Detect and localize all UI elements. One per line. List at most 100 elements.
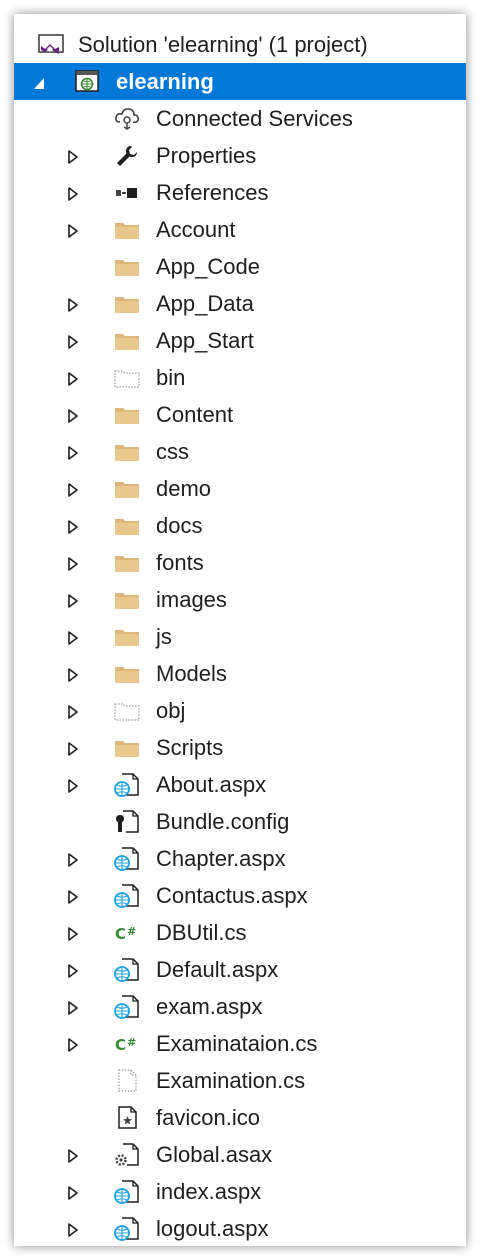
tree-item[interactable]: Contactus.aspx: [14, 877, 466, 914]
tree-item-label: About.aspx: [156, 772, 267, 797]
expand-triangle-icon[interactable]: [66, 1182, 80, 1200]
project-label: elearning: [116, 69, 214, 94]
tree-item[interactable]: Default.aspx: [14, 951, 466, 988]
tree-item-label: js: [156, 624, 172, 649]
expand-triangle-icon[interactable]: [66, 183, 80, 201]
expand-triangle-icon[interactable]: [66, 146, 80, 164]
web-file-icon: [112, 994, 142, 1020]
tree-item[interactable]: Connected Services: [14, 100, 466, 137]
folder-icon: [112, 476, 142, 502]
expand-triangle-icon[interactable]: [66, 220, 80, 238]
tree-item[interactable]: fonts: [14, 544, 466, 581]
tree-item[interactable]: Content: [14, 396, 466, 433]
tree-item[interactable]: References: [14, 174, 466, 211]
web-project-icon: [72, 69, 102, 95]
tree-item[interactable]: About.aspx: [14, 766, 466, 803]
folder-icon: [112, 254, 142, 280]
tree-item[interactable]: Chapter.aspx: [14, 840, 466, 877]
tree-item[interactable]: Account: [14, 211, 466, 248]
tree-item-label: bin: [156, 365, 186, 390]
folder-icon: [112, 439, 142, 465]
tree-item[interactable]: Properties: [14, 137, 466, 174]
folder-icon: [112, 735, 142, 761]
tree-item[interactable]: Bundle.config: [14, 803, 466, 840]
expand-triangle-icon[interactable]: [66, 997, 80, 1015]
solution-tree: Solution 'elearning' (1 project) elearni…: [14, 26, 466, 1246]
excluded-file-icon: [112, 1068, 142, 1094]
expand-triangle-icon[interactable]: [66, 923, 80, 941]
tree-item-label: Chapter.aspx: [156, 846, 286, 871]
expand-triangle-icon[interactable]: [66, 479, 80, 497]
tree-item[interactable]: js: [14, 618, 466, 655]
expand-triangle-icon[interactable]: [66, 775, 80, 793]
expand-triangle-icon[interactable]: [66, 738, 80, 756]
collapse-triangle-icon[interactable]: [32, 72, 46, 90]
tree-item[interactable]: docs: [14, 507, 466, 544]
tree-item-label: docs: [156, 513, 203, 538]
tree-item-label: logout.aspx: [156, 1216, 269, 1241]
dotted-folder-icon: [112, 365, 142, 391]
tree-item-label: obj: [156, 698, 186, 723]
expand-triangle-icon[interactable]: [66, 664, 80, 682]
image-file-icon: [112, 1105, 142, 1131]
tree-item[interactable]: Models: [14, 655, 466, 692]
expand-triangle-icon[interactable]: [66, 368, 80, 386]
tree-item[interactable]: exam.aspx: [14, 988, 466, 1025]
tree-item[interactable]: App_Code: [14, 248, 466, 285]
tree-item-label: Models: [156, 661, 227, 686]
tree-item-label: Contactus.aspx: [156, 883, 308, 908]
expand-triangle-icon[interactable]: [66, 1145, 80, 1163]
solution-node[interactable]: Solution 'elearning' (1 project): [14, 26, 466, 63]
tree-item[interactable]: index.aspx: [14, 1173, 466, 1210]
expand-triangle-icon[interactable]: [66, 627, 80, 645]
project-node-selected[interactable]: elearning: [14, 63, 466, 100]
tree-item[interactable]: css: [14, 433, 466, 470]
expand-triangle-icon[interactable]: [66, 886, 80, 904]
tree-item[interactable]: logout.aspx: [14, 1210, 466, 1246]
tree-item[interactable]: favicon.ico: [14, 1099, 466, 1136]
tree-item-label: Global.asax: [156, 1142, 273, 1167]
csharp-icon: C #: [112, 920, 142, 946]
tree-item-label: Content: [156, 402, 234, 427]
tree-item[interactable]: C # Examinataion.cs: [14, 1025, 466, 1062]
tree-item[interactable]: Global.asax: [14, 1136, 466, 1173]
wrench-icon: [112, 143, 142, 169]
tree-item-label: exam.aspx: [156, 994, 263, 1019]
tree-item[interactable]: Scripts: [14, 729, 466, 766]
tree-item[interactable]: demo: [14, 470, 466, 507]
expand-triangle-icon[interactable]: [66, 849, 80, 867]
tree-item-label: css: [156, 439, 189, 464]
expand-triangle-icon[interactable]: [66, 960, 80, 978]
tree-item-label: App_Data: [156, 291, 254, 316]
tree-item-label: Bundle.config: [156, 809, 290, 834]
expand-triangle-icon[interactable]: [66, 590, 80, 608]
expand-triangle-icon[interactable]: [66, 516, 80, 534]
tree-item-label: App_Start: [156, 328, 254, 353]
tree-item-label: Connected Services: [156, 106, 353, 131]
tree-item[interactable]: obj: [14, 692, 466, 729]
expand-triangle-icon[interactable]: [66, 553, 80, 571]
expand-triangle-icon[interactable]: [66, 294, 80, 312]
tree-item[interactable]: App_Data: [14, 285, 466, 322]
dotted-folder-icon: [112, 698, 142, 724]
tree-item[interactable]: C # DBUtil.cs: [14, 914, 466, 951]
tree-item-label: Examination.cs: [156, 1068, 306, 1093]
expand-triangle-icon[interactable]: [66, 442, 80, 460]
tree-item-label: App_Code: [156, 254, 260, 279]
tree-item[interactable]: Examination.cs: [14, 1062, 466, 1099]
expand-triangle-icon[interactable]: [66, 331, 80, 349]
tree-item[interactable]: App_Start: [14, 322, 466, 359]
expand-triangle-icon[interactable]: [66, 1034, 80, 1052]
connected-services-icon: [112, 106, 142, 132]
expand-triangle-icon[interactable]: [66, 405, 80, 423]
folder-icon: [112, 328, 142, 354]
folder-icon: [112, 587, 142, 613]
expand-triangle-icon[interactable]: [66, 701, 80, 719]
tree-item[interactable]: images: [14, 581, 466, 618]
expand-triangle-icon[interactable]: [66, 1219, 80, 1237]
web-file-icon: [112, 957, 142, 983]
solution-label: Solution 'elearning' (1 project): [78, 32, 368, 57]
global-asax-icon: [112, 1142, 142, 1168]
svg-text:#: #: [127, 1036, 136, 1049]
tree-item[interactable]: bin: [14, 359, 466, 396]
